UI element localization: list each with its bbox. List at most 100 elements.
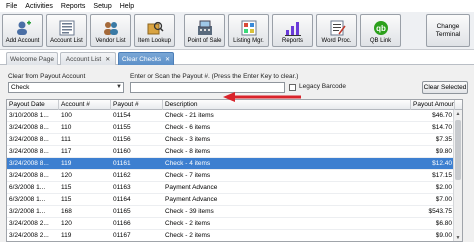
table-row[interactable]: 3/24/2008 2... 120 01166 Check - 2 items… xyxy=(7,218,462,230)
cell-payout-date: 3/24/2008 2... xyxy=(9,220,49,227)
menu-help[interactable]: Help xyxy=(116,3,138,10)
cell-description: Check - 6 items xyxy=(165,124,211,131)
cell-description: Check - 21 items xyxy=(165,112,214,119)
scrollbar-thumb[interactable] xyxy=(455,120,461,180)
reports-button[interactable]: Reports xyxy=(272,14,313,47)
reports-label: Reports xyxy=(281,38,303,44)
account-list-label: Account List xyxy=(50,38,83,44)
chevron-down-icon[interactable]: ▼ xyxy=(116,83,122,92)
cell-payout-amount: $46.70 xyxy=(432,112,452,119)
menu-setup[interactable]: Setup xyxy=(89,3,115,10)
clear-selected-label: Clear Selected xyxy=(423,84,467,91)
cell-payout-amount: $9.00 xyxy=(435,232,452,239)
legacy-barcode-label: Legacy Barcode xyxy=(299,83,346,90)
point-of-sale-label: Point of Sale xyxy=(187,38,222,44)
payout-number-label: Enter or Scan the Payout #. (Press the E… xyxy=(130,73,299,80)
cell-account: 120 xyxy=(61,172,72,179)
cell-description: Payment Advance xyxy=(165,184,218,191)
table-row[interactable]: 3/24/2008 2... 119 01167 Check - 2 items… xyxy=(7,230,462,241)
tab-welcome-page[interactable]: Welcome Page xyxy=(6,52,58,65)
column-header-account[interactable]: Account # xyxy=(59,100,111,110)
change-terminal-button[interactable]: Change Terminal xyxy=(426,14,470,47)
add-account-button[interactable]: Add Account xyxy=(2,14,43,47)
close-icon[interactable]: ✕ xyxy=(105,56,110,63)
tab-clear-checks[interactable]: Clear Checks ✕ xyxy=(118,52,174,65)
column-header-payout-number[interactable]: Payout # xyxy=(111,100,163,110)
cell-payout-amount: $17.15 xyxy=(432,172,452,179)
word-processor-button[interactable]: Word Proc. xyxy=(316,14,357,47)
tab-clear-checks-label: Clear Checks xyxy=(121,55,161,63)
cell-description: Check - 8 items xyxy=(165,148,211,155)
tab-account-list[interactable]: Account List ✕ xyxy=(60,52,116,65)
table-row[interactable]: 6/3/2008 1... 115 01164 Payment Advance … xyxy=(7,194,462,206)
reports-icon xyxy=(284,22,301,36)
table-row[interactable]: 3/24/2008 8... 111 01156 Check - 3 items… xyxy=(7,134,462,146)
cell-payout-date: 6/3/2008 1... xyxy=(9,196,46,203)
item-lookup-button[interactable]: Item Lookup xyxy=(134,14,175,47)
listing-manager-button[interactable]: Listing Mgr. xyxy=(228,14,269,47)
legacy-barcode-checkbox[interactable] xyxy=(289,84,296,91)
listing-manager-icon xyxy=(241,20,256,36)
word-processor-label: Word Proc. xyxy=(321,38,352,44)
cell-payout-amount: $7.35 xyxy=(435,136,452,143)
cell-description: Check - 4 items xyxy=(165,160,211,167)
cell-account: 115 xyxy=(61,184,72,191)
toolbar: Add Account Account List Vendor List Ite… xyxy=(0,12,474,50)
clear-selected-button[interactable]: Clear Selected xyxy=(422,81,468,94)
cell-payout-number: 01163 xyxy=(113,184,131,191)
cell-payout-amount: $543.75 xyxy=(428,208,453,215)
table-row[interactable]: 6/3/2008 1... 115 01163 Payment Advance … xyxy=(7,182,462,194)
qb-link-button[interactable]: qb QB Link xyxy=(360,14,401,47)
cell-payout-amount: $14.70 xyxy=(432,124,452,131)
vertical-scrollbar[interactable]: ▲ ▼ xyxy=(453,110,462,241)
column-header-payout-amount[interactable]: Payout Amount xyxy=(411,100,455,110)
menu-file[interactable]: File xyxy=(2,3,21,10)
table-row[interactable]: 3/24/2008 8... 110 01155 Check - 6 items… xyxy=(7,122,462,134)
table-row[interactable]: 3/24/2008 8... 117 01160 Check - 8 items… xyxy=(7,146,462,158)
vendor-list-label: Vendor List xyxy=(95,38,126,44)
cell-payout-number: 01167 xyxy=(113,232,131,239)
cell-description: Check - 2 items xyxy=(165,220,211,227)
add-account-label: Add Account xyxy=(5,38,40,44)
payout-account-select[interactable]: Check ▼ xyxy=(8,82,124,93)
account-list-icon xyxy=(59,20,74,36)
item-lookup-label: Item Lookup xyxy=(137,38,172,44)
close-icon[interactable]: ✕ xyxy=(165,56,170,63)
cell-account: 110 xyxy=(61,124,72,131)
table-row[interactable]: 3/10/2008 1... 100 01154 Check - 21 item… xyxy=(7,110,462,122)
tab-welcome-page-label: Welcome Page xyxy=(10,55,54,63)
cell-account: 100 xyxy=(61,112,72,119)
account-list-button[interactable]: Account List xyxy=(46,14,87,47)
cell-payout-date: 3/24/2008 8... xyxy=(9,136,49,143)
cell-payout-number: 01166 xyxy=(113,220,131,227)
cell-payout-number: 01160 xyxy=(113,148,131,155)
scroll-up-icon[interactable]: ▲ xyxy=(454,110,462,119)
svg-text:qb: qb xyxy=(376,24,386,33)
table-row-selected[interactable]: 3/24/2008 8... 119 01161 Check - 4 items… xyxy=(7,158,462,170)
point-of-sale-button[interactable]: Point of Sale xyxy=(184,14,225,47)
cell-payout-number: 01154 xyxy=(113,112,131,119)
cell-description: Check - 7 items xyxy=(165,172,211,179)
cell-description: Check - 2 items xyxy=(165,232,211,239)
table-row[interactable]: 3/24/2008 8... 120 01162 Check - 7 items… xyxy=(7,170,462,182)
menu-activities[interactable]: Activities xyxy=(21,3,57,10)
menu-reports[interactable]: Reports xyxy=(57,3,90,10)
cell-account: 119 xyxy=(61,232,72,239)
cell-payout-amount: $12.40 xyxy=(432,160,452,167)
menu-bar: File Activities Reports Setup Help xyxy=(0,0,474,12)
payout-account-value: Check xyxy=(11,84,30,91)
column-header-payout-date[interactable]: Payout Date xyxy=(7,100,59,110)
cell-payout-date: 6/3/2008 1... xyxy=(9,184,46,191)
cell-payout-date: 3/24/2008 2... xyxy=(9,232,49,239)
table-row[interactable]: 3/2/2008 1... 168 01165 Check - 39 items… xyxy=(7,206,462,218)
cell-account: 117 xyxy=(61,148,72,155)
vendor-list-button[interactable]: Vendor List xyxy=(90,14,131,47)
cell-description: Check - 3 items xyxy=(165,136,211,143)
listing-manager-label: Listing Mgr. xyxy=(233,38,264,44)
scroll-down-icon[interactable]: ▼ xyxy=(454,234,462,241)
word-processor-icon xyxy=(330,20,346,36)
qb-link-label: QB Link xyxy=(369,38,392,44)
item-lookup-icon xyxy=(147,21,164,35)
cell-payout-amount: $7.00 xyxy=(435,196,452,203)
payouts-table: Payout Date Account # Payout # Descripti… xyxy=(6,99,463,242)
